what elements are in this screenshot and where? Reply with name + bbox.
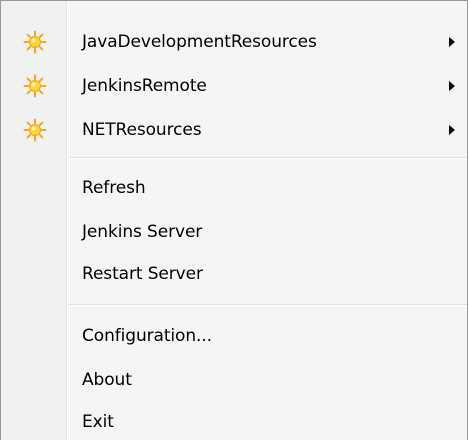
sun-icon — [23, 74, 47, 98]
menu-item-net-resources[interactable]: NETResources — [1, 108, 467, 152]
context-menu: JavaDevelopmentResources JenkinsRemote N… — [0, 0, 468, 440]
menu-item-label: Configuration... — [82, 326, 212, 346]
menu-item-java-development-resources[interactable]: JavaDevelopmentResources — [1, 20, 467, 64]
menu-item-refresh[interactable]: Refresh — [1, 166, 467, 210]
menu-item-configuration[interactable]: Configuration... — [1, 314, 467, 358]
menu-item-label: JenkinsRemote — [82, 76, 207, 96]
submenu-arrow-icon — [449, 37, 455, 47]
submenu-arrow-icon — [449, 81, 455, 91]
menu-item-about[interactable]: About — [1, 358, 467, 402]
menu-item-jenkins-remote[interactable]: JenkinsRemote — [1, 64, 467, 108]
menu-item-label: Refresh — [82, 178, 146, 198]
menu-item-label: About — [82, 370, 132, 390]
menu-separator — [69, 157, 467, 159]
sun-icon — [23, 118, 47, 142]
menu-item-jenkins-server[interactable]: Jenkins Server — [1, 210, 467, 254]
menu-item-label: Jenkins Server — [82, 222, 203, 242]
sun-icon — [23, 30, 47, 54]
menu-separator — [69, 304, 467, 306]
menu-item-label: JavaDevelopmentResources — [82, 32, 317, 52]
menu-item-restart-server[interactable]: Restart Server — [1, 252, 467, 296]
menu-item-label: NETResources — [82, 120, 202, 140]
menu-item-label: Restart Server — [82, 264, 203, 284]
menu-item-label: Exit — [82, 412, 114, 432]
submenu-arrow-icon — [449, 125, 455, 135]
menu-item-exit[interactable]: Exit — [1, 400, 467, 444]
